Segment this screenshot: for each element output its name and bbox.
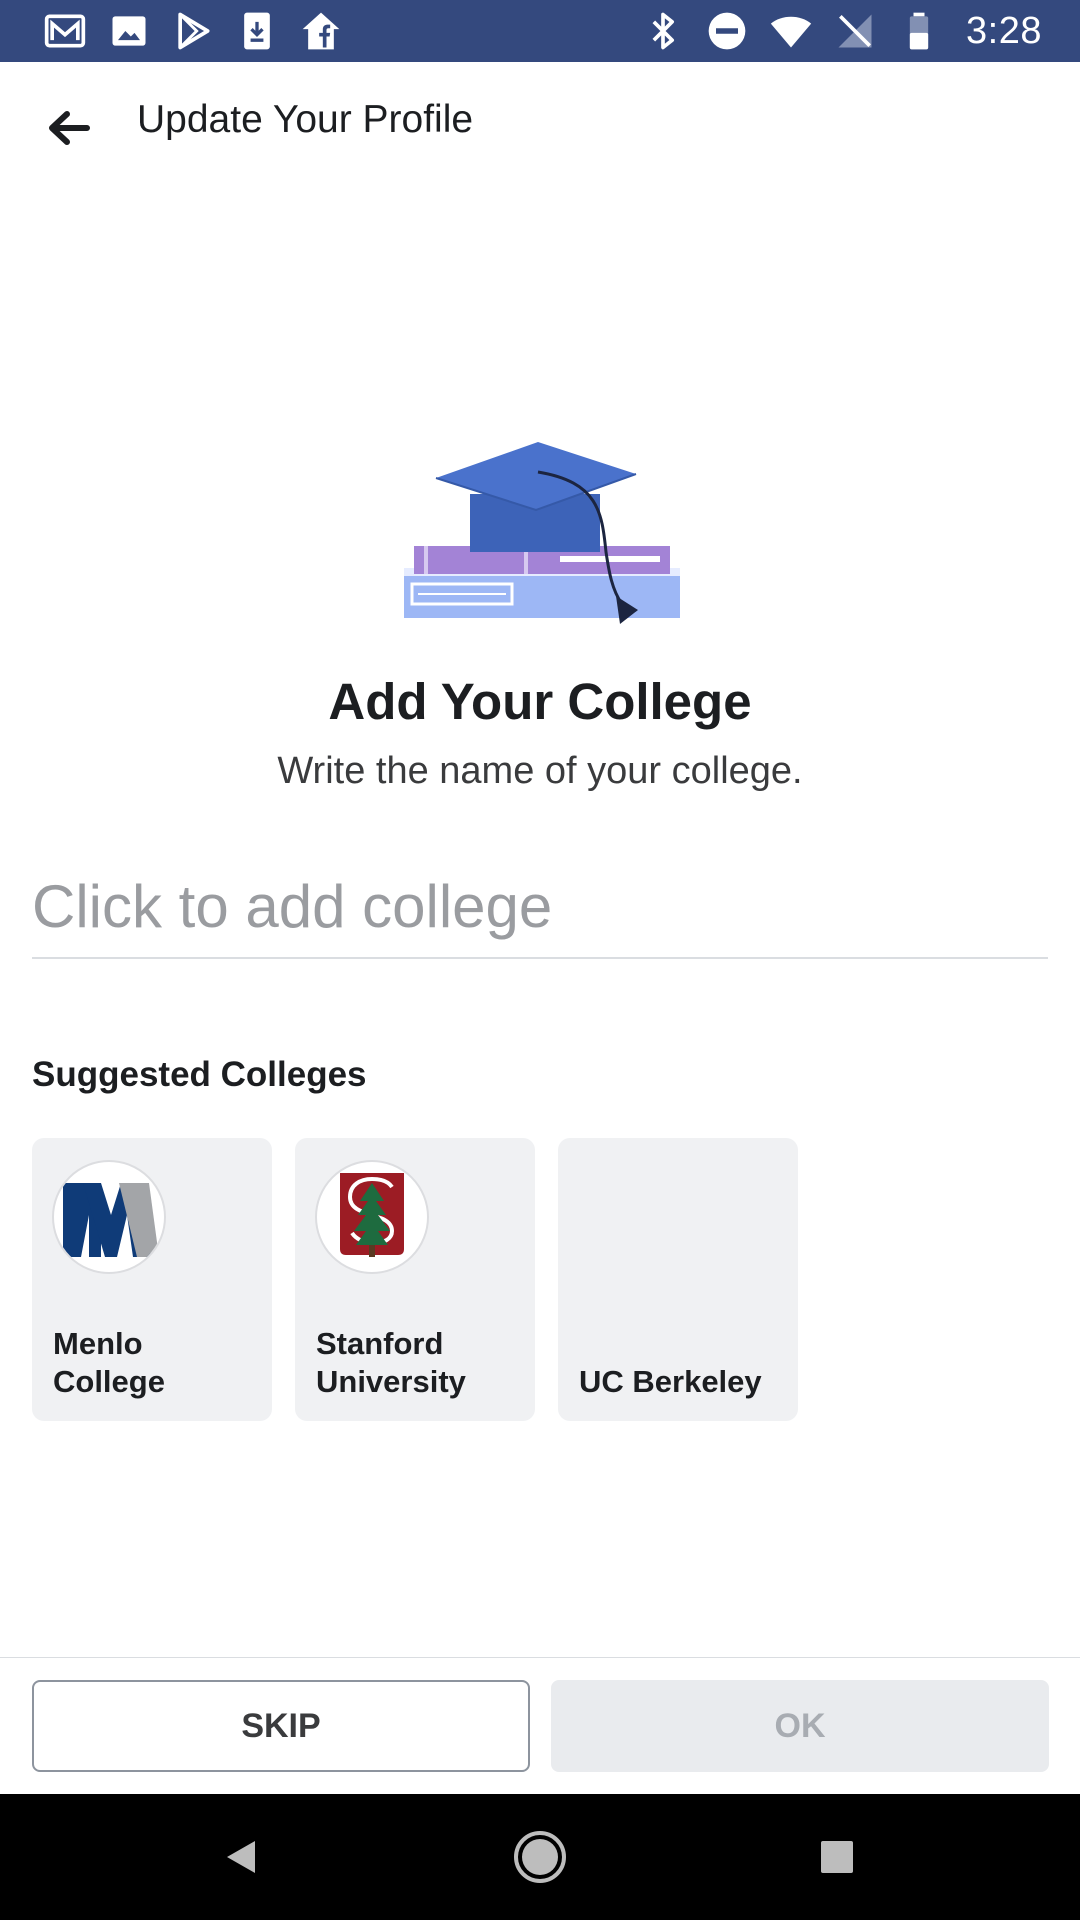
suggested-colleges-list: Menlo College Stanford University UC Ber… bbox=[32, 1138, 798, 1421]
arrow-left-icon bbox=[49, 111, 90, 145]
system-icons: 3:28 bbox=[640, 8, 1042, 54]
back-nav-button[interactable] bbox=[208, 1824, 274, 1890]
college-card-uc-berkeley[interactable]: UC Berkeley bbox=[558, 1138, 798, 1421]
divider bbox=[0, 1657, 1080, 1658]
facebook-home-icon bbox=[298, 8, 344, 54]
gmail-icon bbox=[42, 8, 88, 54]
page-title: Update Your Profile bbox=[137, 98, 474, 141]
do-not-disturb-icon bbox=[704, 8, 750, 54]
no-signal-icon bbox=[832, 8, 878, 54]
college-name: UC Berkeley bbox=[579, 1364, 762, 1399]
recents-nav-button[interactable] bbox=[804, 1824, 870, 1890]
ok-button[interactable]: OK bbox=[551, 1680, 1049, 1772]
clock: 3:28 bbox=[966, 9, 1042, 52]
notification-icons bbox=[42, 8, 344, 54]
home-nav-icon bbox=[514, 1831, 566, 1883]
battery-icon bbox=[896, 8, 942, 54]
bluetooth-icon bbox=[640, 8, 686, 54]
college-card-stanford[interactable]: Stanford University bbox=[295, 1138, 535, 1421]
college-input[interactable] bbox=[32, 855, 1048, 959]
photos-icon bbox=[106, 8, 152, 54]
back-button[interactable] bbox=[30, 90, 106, 166]
back-nav-icon bbox=[227, 1841, 255, 1873]
download-icon bbox=[234, 8, 280, 54]
stanford-university-logo bbox=[315, 1160, 429, 1274]
wifi-icon bbox=[768, 8, 814, 54]
home-nav-button[interactable] bbox=[507, 1824, 573, 1890]
play-store-icon bbox=[170, 8, 216, 54]
suggested-colleges-title: Suggested Colleges bbox=[32, 1055, 367, 1094]
recents-nav-icon bbox=[821, 1841, 853, 1873]
app-bar: Update Your Profile bbox=[0, 62, 1080, 182]
section-heading: Add Your College bbox=[328, 673, 752, 730]
status-bar: 3:28 bbox=[0, 0, 1080, 62]
college-name: Stanford University bbox=[316, 1326, 466, 1399]
section-subheading: Write the name of your college. bbox=[277, 750, 803, 792]
skip-button[interactable]: SKIP bbox=[32, 1680, 530, 1772]
graduation-cap-illustration bbox=[398, 436, 686, 624]
college-card-menlo[interactable]: Menlo College bbox=[32, 1138, 272, 1421]
system-navigation-bar bbox=[0, 1794, 1080, 1920]
menlo-college-logo bbox=[52, 1160, 166, 1274]
college-name: Menlo College bbox=[53, 1326, 165, 1399]
